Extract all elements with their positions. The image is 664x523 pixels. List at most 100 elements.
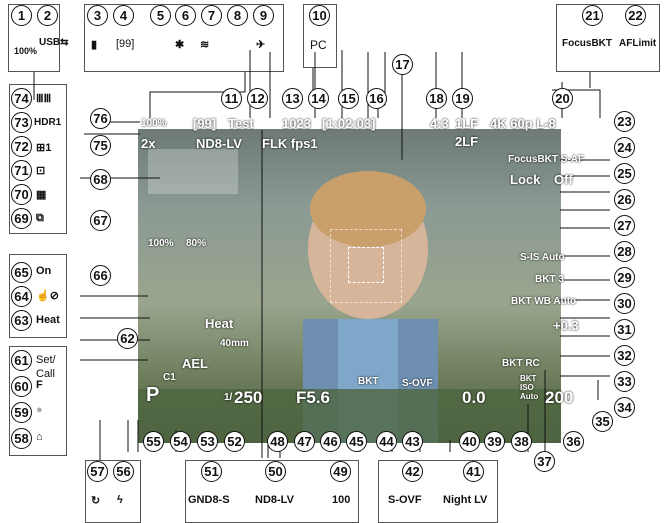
marker-41: 41 [463, 461, 484, 482]
overlay-card: [99] [193, 116, 217, 131]
marker-5: 5 [150, 5, 171, 26]
marker-20: 20 [552, 88, 573, 109]
overlay-test: Test [228, 116, 254, 131]
marker-64: 64 [11, 286, 32, 307]
af-frame-outer [330, 229, 402, 303]
marker-34: 34 [614, 397, 635, 418]
marker-14: 14 [308, 88, 329, 109]
marker-45: 45 [346, 431, 367, 452]
label-nd: ND8-LV [255, 494, 294, 506]
marker-76: 76 [90, 108, 111, 129]
label-night: Night LV [443, 494, 488, 506]
bluetooth-icon: ✱ [175, 39, 185, 51]
overlay-quality1: 1LF [455, 116, 479, 131]
overlay-exp: 0.0 [462, 388, 486, 407]
label-card-count: [99] [116, 38, 135, 50]
overlay-ael: AEL [182, 356, 208, 371]
marker-42: 42 [402, 461, 423, 482]
marker-30: 30 [614, 293, 635, 314]
overlay-focus-bkt: FocusBKT S-AF [508, 154, 585, 165]
overlay-wb: BKT WB Auto [511, 296, 577, 307]
overlay-sis: S-IS Auto [520, 252, 565, 263]
label-pc: PC [310, 38, 327, 52]
overlay-battery: 100% [141, 118, 167, 129]
overlay-bat-pct: 100% [148, 238, 174, 249]
marker-12: 12 [247, 88, 268, 109]
marker-21: 21 [582, 5, 603, 26]
marker-29: 29 [614, 267, 635, 288]
overlay-flash: +0.3 [553, 318, 579, 333]
marker-4: 4 [113, 5, 134, 26]
airplane-icon: ✈ [256, 39, 266, 51]
marker-24: 24 [614, 137, 635, 158]
marker-61: 61 [11, 350, 32, 371]
label-top-left-pct: 100% [14, 46, 38, 56]
label-set-call: Set/ Call [36, 354, 56, 380]
marker-55: 55 [143, 431, 164, 452]
marker-6: 6 [175, 5, 196, 26]
overlay-heat: Heat [205, 316, 234, 331]
marker-38: 38 [511, 431, 532, 452]
usb-icon: USB⇆ [39, 37, 69, 48]
label-gnd: GND8-S [188, 494, 230, 506]
marker-68: 68 [90, 169, 111, 190]
marker-65: 65 [11, 262, 32, 283]
marker-25: 25 [614, 163, 635, 184]
marker-44: 44 [376, 431, 397, 452]
marker-7: 7 [201, 5, 222, 26]
overlay-shutter-pre: 1/ [224, 392, 233, 403]
marker-71: 71 [11, 160, 32, 181]
marker-15: 15 [338, 88, 359, 109]
marker-47: 47 [294, 431, 315, 452]
overlay-flk: FLK fps1 [262, 136, 318, 151]
marker-56: 56 [113, 461, 134, 482]
histogram [148, 149, 238, 194]
label-sovf: S-OVF [388, 494, 422, 506]
overlay-ext-pct: 80% [186, 238, 207, 249]
label-focus-bkt: FocusBKT [562, 38, 612, 49]
marker-26: 26 [614, 189, 635, 210]
overlay-zoom: 2x [141, 136, 156, 151]
overlay-sovf: S-OVF [402, 378, 433, 389]
marker-63: 63 [11, 310, 32, 331]
overlay-aspect: 4:3 [430, 116, 449, 131]
art-icon: ⌂ [36, 431, 43, 443]
marker-51: 51 [201, 461, 222, 482]
marker-72: 72 [11, 136, 32, 157]
marker-37: 37 [534, 451, 555, 472]
flash-icon: ϟ [117, 494, 123, 506]
overlay-card2: 1023 [282, 116, 311, 131]
overlay-lock: Lock [510, 172, 541, 187]
marker-52: 52 [224, 431, 245, 452]
marker-62: 62 [117, 328, 138, 349]
marker-50: 50 [265, 461, 286, 482]
label-on: On [36, 265, 52, 277]
marker-19: 19 [452, 88, 473, 109]
overlay-bkt-rc: BKT RC [502, 358, 540, 369]
overlay-mode: P [146, 384, 160, 406]
overlay-stab: Off [554, 172, 573, 187]
marker-35: 35 [592, 411, 613, 432]
marker-48: 48 [267, 431, 288, 452]
overlay-quality2: 2LF [455, 134, 479, 149]
touch-off-icon: ☝⊘ [36, 290, 59, 302]
label-af-limit: AFLimit [619, 38, 657, 49]
marker-43: 43 [402, 431, 423, 452]
label-burst: 100 [332, 494, 351, 506]
marker-74: 74 [11, 88, 32, 109]
refresh-icon: ↻ [91, 495, 101, 507]
marker-10: 10 [309, 5, 330, 26]
marker-58: 58 [11, 428, 32, 449]
circle-icon: ● [36, 404, 43, 416]
wifi-icon: ≋ [200, 39, 210, 51]
metering-icon: ⊡ [36, 165, 46, 177]
overlay-c1: C1 [163, 372, 176, 383]
marker-54: 54 [170, 431, 191, 452]
overlay-focal: 40mm [220, 338, 249, 349]
marker-22: 22 [625, 5, 646, 26]
overlay-bkt-scale: BKT [358, 376, 379, 387]
marker-60: 60 [11, 376, 32, 397]
marker-3: 3 [87, 5, 108, 26]
label-f: F [36, 379, 43, 391]
marker-67: 67 [90, 210, 111, 231]
